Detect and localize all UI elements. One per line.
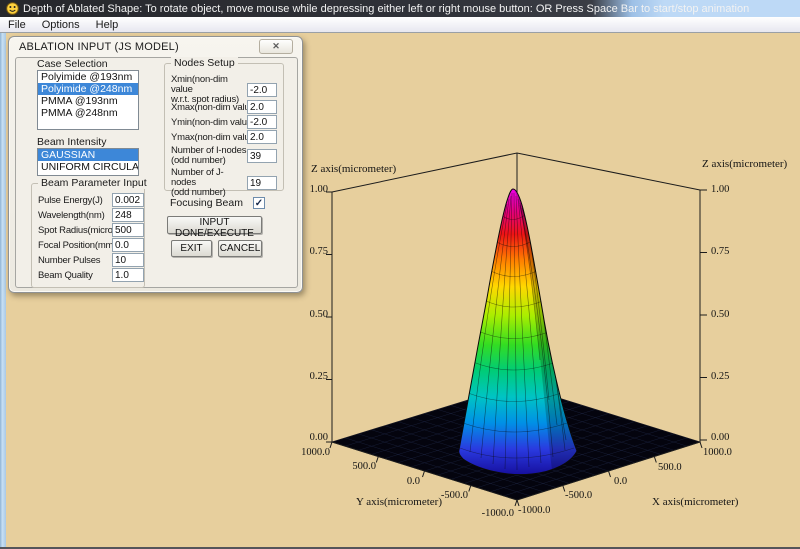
dialog-title: ABLATION INPUT (JS MODEL) — [19, 41, 179, 53]
i-nodes-field[interactable] — [247, 149, 277, 163]
svg-text:500.0: 500.0 — [658, 462, 682, 473]
z-tick-labels-right: 1.00 0.75 0.50 0.25 0.00 — [711, 184, 729, 443]
close-icon[interactable]: ✕ — [259, 39, 293, 54]
svg-text:0.0: 0.0 — [407, 476, 420, 487]
focal-position-label: Focal Position(mm) — [38, 240, 112, 251]
svg-text:-1000.0: -1000.0 — [482, 508, 514, 519]
input-done-execute-button[interactable]: INPUT DONE/EXECUTE — [167, 216, 262, 234]
nodes-setup-group: Nodes Setup Xmin(non-dim value w.r.t. sp… — [164, 63, 284, 191]
ymin-field[interactable] — [247, 115, 277, 129]
y-axis-title: Y axis(micrometer) — [356, 496, 442, 508]
spot-radius-field[interactable] — [112, 223, 144, 237]
menu-file[interactable]: File — [0, 18, 34, 32]
j-nodes-label: Number of J-nodes (odd number) — [171, 168, 247, 198]
xmin-field[interactable] — [247, 83, 277, 97]
svg-text:-500.0: -500.0 — [565, 490, 592, 501]
beam-quality-label: Beam Quality — [38, 270, 112, 281]
menu-options[interactable]: Options — [34, 18, 88, 32]
svg-text:-1000.0: -1000.0 — [518, 505, 550, 516]
beam-intensity-listbox: GAUSSIAN UNIFORM CIRCULAR — [37, 148, 139, 176]
svg-text:0.00: 0.00 — [310, 432, 328, 443]
svg-text:0.25: 0.25 — [310, 371, 328, 382]
case-selection-listbox: Polyimide @193nm Polyimide @248nm PMMA @… — [37, 70, 139, 130]
pulse-energy-label: Pulse Energy(J) — [38, 195, 112, 206]
xmax-field[interactable] — [247, 100, 277, 114]
list-item-uniform-circular[interactable]: UNIFORM CIRCULAR — [38, 161, 138, 173]
smiley-app-icon — [6, 2, 19, 15]
menu-help[interactable]: Help — [88, 18, 127, 32]
z-axis-title-left: Z axis(micrometer) — [311, 163, 397, 175]
list-item-gaussian-selected[interactable]: GAUSSIAN — [38, 149, 138, 161]
nodes-setup-group-label: Nodes Setup — [171, 57, 238, 69]
ymin-label: Ymin(non-dim value) — [171, 117, 247, 128]
ymax-label: Ymax(non-dim value) — [171, 132, 247, 143]
focusing-beam-checkbox[interactable]: ✓ — [253, 197, 265, 209]
svg-text:0.50: 0.50 — [310, 309, 328, 320]
x-axis-title: X axis(micrometer) — [652, 496, 739, 508]
svg-text:0.0: 0.0 — [614, 476, 627, 487]
z-tick-labels-left: 1.00 0.75 0.50 0.25 0.00 — [310, 184, 328, 443]
svg-text:0.00: 0.00 — [711, 432, 729, 443]
exit-button[interactable]: EXIT — [171, 240, 212, 257]
window-titlebar: Depth of Ablated Shape: To rotate object… — [0, 0, 800, 17]
list-item-polyimide-248-selected[interactable]: Polyimide @248nm — [38, 83, 138, 95]
beam-quality-field[interactable] — [112, 268, 144, 282]
number-pulses-label: Number Pulses — [38, 255, 112, 266]
beam-intensity-label: Beam Intensity — [37, 136, 106, 148]
cancel-button[interactable]: CANCEL — [218, 240, 262, 257]
wavelength-field[interactable] — [112, 208, 144, 222]
number-pulses-field[interactable] — [112, 253, 144, 267]
gaussian-surface — [459, 189, 577, 475]
svg-text:0.75: 0.75 — [310, 246, 328, 257]
xmax-label: Xmax(non-dim value) — [171, 102, 247, 113]
ymax-field[interactable] — [247, 130, 277, 144]
beam-parameter-group-label: Beam Parameter Input — [38, 177, 150, 189]
spot-radius-label: Spot Radius(micron) — [38, 225, 112, 236]
svg-text:-500.0: -500.0 — [441, 490, 468, 501]
case-selection-label: Case Selection — [37, 58, 108, 70]
z-axis-title-right: Z axis(micrometer) — [702, 158, 788, 170]
svg-text:1.00: 1.00 — [711, 184, 729, 195]
wavelength-label: Wavelength(nm) — [38, 210, 112, 221]
app-window: Depth of Ablated Shape: To rotate object… — [0, 0, 800, 549]
focusing-beam-label: Focusing Beam — [170, 197, 243, 209]
svg-text:0.75: 0.75 — [711, 246, 729, 257]
list-item-pmma-193[interactable]: PMMA @193nm — [38, 95, 138, 107]
svg-text:1.00: 1.00 — [310, 184, 328, 195]
svg-text:0.50: 0.50 — [711, 309, 729, 320]
menubar: File Options Help — [0, 17, 800, 33]
j-nodes-field[interactable] — [247, 176, 277, 190]
window-title: Depth of Ablated Shape: To rotate object… — [23, 3, 749, 15]
focal-position-field[interactable] — [112, 238, 144, 252]
svg-text:0.25: 0.25 — [711, 371, 729, 382]
i-nodes-label: Number of I-nodes (odd number) — [171, 146, 247, 166]
svg-text:500.0: 500.0 — [352, 461, 376, 472]
list-item-polyimide-193[interactable]: Polyimide @193nm — [38, 71, 138, 83]
list-item-pmma-248[interactable]: PMMA @248nm — [38, 107, 138, 119]
svg-text:1000.0: 1000.0 — [301, 447, 330, 458]
beam-parameter-group: Beam Parameter Input Pulse Energy(J) Wav… — [31, 183, 145, 288]
pulse-energy-field[interactable] — [112, 193, 144, 207]
ablation-input-dialog: ABLATION INPUT (JS MODEL) ✕ Case Selecti… — [8, 36, 303, 293]
svg-text:1000.0: 1000.0 — [703, 447, 732, 458]
